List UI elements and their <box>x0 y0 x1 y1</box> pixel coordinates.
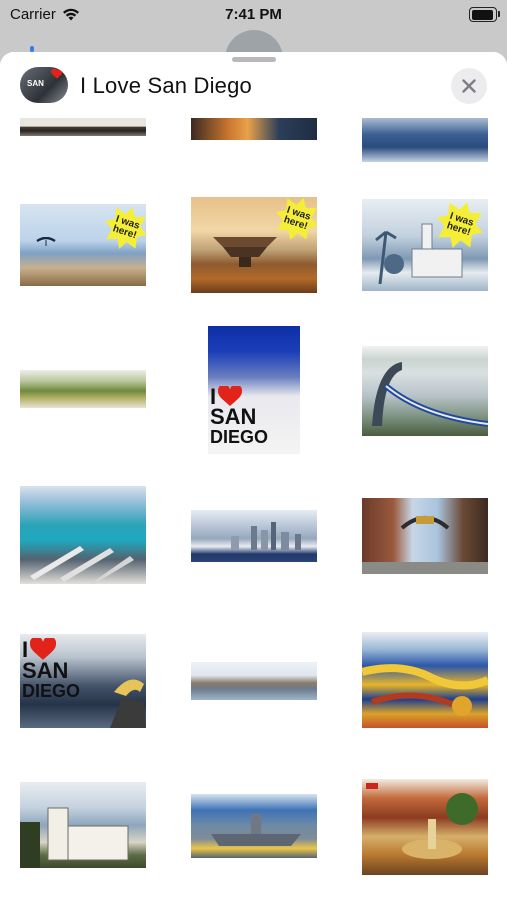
heart-icon <box>51 69 63 79</box>
status-time: 7:41 PM <box>225 6 282 23</box>
mosaic-icon <box>362 664 488 716</box>
sticker-sheet: I was here! I was here! I was here! I SA… <box>0 52 507 900</box>
mission-icon <box>20 807 129 868</box>
sticker-paraglider-coast[interactable]: I was here! <box>20 204 146 286</box>
sticker-mission-san-diego[interactable] <box>20 782 146 868</box>
sheet-grabber[interactable] <box>232 57 276 62</box>
i-love-san-diego-logo: I SAN DIEGO <box>210 383 269 447</box>
piers-icon <box>30 546 134 584</box>
fountain-icon <box>366 783 478 859</box>
gaslamp-arch-icon <box>362 516 488 574</box>
paraglider-icon <box>36 237 56 246</box>
app-icon-text: SAN <box>27 79 44 88</box>
sticker-old-town-fountain[interactable] <box>362 779 488 875</box>
sticker-geisel-library[interactable]: I was here! <box>191 197 317 293</box>
close-button[interactable] <box>451 68 487 104</box>
battery-icon <box>469 7 500 22</box>
pelican-icon <box>110 679 146 728</box>
sticker-harbor-aerial[interactable] <box>20 486 146 584</box>
sticker-park-garden[interactable] <box>20 370 146 408</box>
app-icon: SAN <box>20 67 68 103</box>
sticker-i-love-san-diego-bay[interactable]: I SAN DIEGO <box>20 634 146 728</box>
sticker-uss-midway[interactable] <box>191 794 317 858</box>
library-building-icon <box>213 237 277 267</box>
sticker-tag-badge: I was here! <box>98 204 146 256</box>
sticker-colorful-mosaic[interactable] <box>362 632 488 728</box>
sticker-old-town-church[interactable]: I was here! <box>362 199 488 291</box>
i-love-san-diego-logo: I SAN DIEGO <box>22 636 81 701</box>
sticker-coronado-bridge[interactable] <box>362 346 488 436</box>
aircraft-carrier-icon <box>211 814 301 846</box>
sticker-gaslamp-quarter[interactable] <box>362 498 488 574</box>
sticker-grid: I was here! I was here! I was here! I SA… <box>0 52 507 900</box>
sheet-header: SAN I Love San Diego <box>0 52 507 118</box>
sheet-title: I Love San Diego <box>80 73 252 98</box>
sticker-ocean[interactable] <box>362 112 488 162</box>
skyline-icon <box>231 522 301 550</box>
bridge-icon <box>372 362 488 427</box>
close-icon <box>462 79 476 93</box>
sticker-cabrillo-point[interactable] <box>191 662 317 700</box>
sticker-i-love-san-diego-city[interactable]: I SAN DIEGO <box>208 326 300 454</box>
sticker-downtown-skyline[interactable] <box>191 510 317 562</box>
status-bar: Carrier 7:41 PM <box>0 0 507 30</box>
